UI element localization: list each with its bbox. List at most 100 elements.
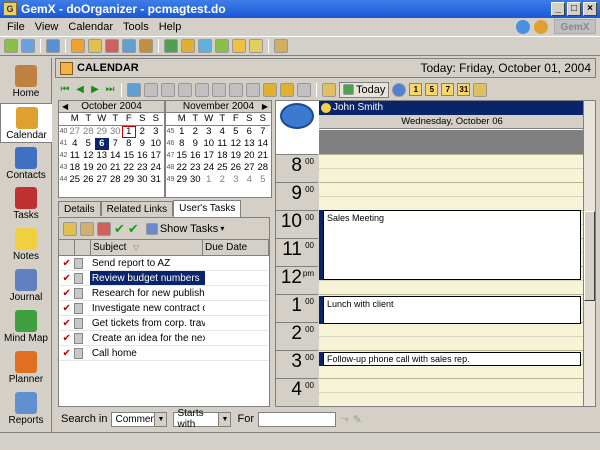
search-input[interactable]	[257, 411, 336, 427]
table-row[interactable]: ✔ Review budget numbers	[59, 271, 269, 286]
attach-icon[interactable]	[122, 39, 136, 53]
complete-all-icon[interactable]: ✔	[128, 221, 139, 237]
today-button[interactable]: Today	[339, 81, 390, 98]
new-task-icon[interactable]	[63, 221, 77, 236]
first-icon[interactable]: ⏮	[59, 84, 71, 96]
check-column-header[interactable]	[59, 240, 75, 255]
calendar-day[interactable]: 2	[216, 174, 230, 186]
export-icon[interactable]	[215, 39, 229, 53]
owner-icon[interactable]	[263, 82, 277, 97]
calendar-day[interactable]: 29	[175, 174, 189, 186]
calendar-day[interactable]: 26	[82, 174, 96, 186]
calendar-day[interactable]: 31	[149, 174, 163, 186]
icon-column-header[interactable]	[75, 240, 91, 255]
check-icon[interactable]: ✔	[59, 346, 74, 360]
calendar-day[interactable]: 23	[136, 162, 150, 174]
calendar-day[interactable]: 1	[175, 126, 189, 138]
due-date-column-header[interactable]: Due Date	[203, 240, 269, 255]
check-icon[interactable]: ✔	[59, 301, 74, 315]
nav-home[interactable]: Home	[0, 62, 52, 102]
calendar-day[interactable]: 12	[229, 138, 243, 150]
table-row[interactable]: ✔ Create an idea for the nex...	[59, 331, 269, 346]
table-row[interactable]: ✔ Send report to AZ	[59, 256, 269, 271]
calendar-day[interactable]: 17	[202, 150, 216, 162]
calendar-day[interactable]: 16	[136, 150, 150, 162]
calendar-day[interactable]: 4	[68, 138, 82, 150]
nav-planner[interactable]: Planner	[0, 348, 52, 388]
tab-details[interactable]: Details	[58, 201, 101, 216]
month-view-button[interactable]: 31	[457, 83, 471, 96]
calendar-day[interactable]: 7	[109, 138, 123, 150]
calendar-day[interactable]: 20	[95, 162, 109, 174]
calendar-day[interactable]: 2	[136, 126, 150, 138]
calendar-day[interactable]: 27	[68, 126, 82, 138]
calendar-day[interactable]: 12	[82, 150, 96, 162]
priority-icon[interactable]	[105, 39, 119, 53]
recurrence-icon[interactable]	[246, 82, 260, 97]
calendar-day[interactable]: 13	[95, 150, 109, 162]
menu-tools[interactable]: Tools	[122, 21, 150, 33]
chain-icon[interactable]	[229, 82, 243, 97]
tab-related-links[interactable]: Related Links	[100, 201, 174, 216]
appointment[interactable]: Follow-up phone call with sales rep.	[323, 352, 581, 366]
calendar-day[interactable]: 1	[202, 174, 216, 186]
check-icon[interactable]: ✔	[59, 271, 74, 285]
tab-users-tasks[interactable]: User's Tasks	[173, 200, 242, 217]
calendar-day[interactable]: 21	[256, 150, 270, 162]
check-icon[interactable]: ✔	[59, 256, 74, 270]
last-icon[interactable]: ⏭	[104, 84, 116, 96]
time-slots[interactable]: Sales Meeting Lunch with client Follow-u…	[319, 154, 585, 406]
calendar-day[interactable]: 14	[109, 150, 123, 162]
new-appointment-icon[interactable]	[127, 82, 141, 97]
calendar-day[interactable]: 26	[229, 162, 243, 174]
calendar-day[interactable]: 18	[68, 162, 82, 174]
day-view-button[interactable]: 1	[409, 83, 423, 96]
calendar-day[interactable]: 15	[175, 150, 189, 162]
calendar-day[interactable]: 3	[229, 174, 243, 186]
save-icon[interactable]	[46, 39, 60, 53]
calendar-day[interactable]: 16	[189, 150, 203, 162]
filter-icon[interactable]	[139, 39, 153, 53]
menu-calendar[interactable]: Calendar	[67, 21, 114, 33]
day-view-scrollbar[interactable]	[583, 101, 595, 406]
table-row[interactable]: ✔ Get tickets from corp. trav...	[59, 316, 269, 331]
week-view-button[interactable]: 7	[441, 83, 455, 96]
link-icon[interactable]	[195, 82, 209, 97]
calendar-day[interactable]: 24	[149, 162, 163, 174]
prev-month-icon[interactable]: ◀	[62, 101, 68, 113]
check-icon[interactable]: ✔	[59, 316, 74, 330]
calendar-day[interactable]: 10	[149, 138, 163, 150]
calendar-day[interactable]: 6	[243, 126, 257, 138]
prev-icon[interactable]: ◀	[74, 84, 86, 96]
edit-appointment-icon[interactable]	[144, 82, 158, 97]
calendar-day[interactable]: 5	[229, 126, 243, 138]
calendar-day[interactable]: 15	[122, 150, 136, 162]
calendar-day[interactable]: 4	[216, 126, 230, 138]
menu-help[interactable]: Help	[158, 21, 183, 33]
edit-task-icon[interactable]	[80, 221, 94, 236]
table-row[interactable]: ✔ Call home	[59, 346, 269, 361]
calendar-day[interactable]: 22	[175, 162, 189, 174]
unlink-icon[interactable]	[212, 82, 226, 97]
calendar-day[interactable]: 30	[189, 174, 203, 186]
calendar-day[interactable]: 8	[122, 138, 136, 150]
appointment[interactable]: Lunch with client	[323, 296, 581, 324]
modules-icon[interactable]	[4, 39, 18, 53]
calendar-day[interactable]: 29	[95, 126, 109, 138]
time-slot[interactable]	[319, 378, 585, 392]
time-slot[interactable]	[319, 364, 585, 378]
subject-column-header[interactable]: Subject ▽	[91, 240, 203, 255]
print-icon[interactable]	[274, 39, 288, 53]
users-icon[interactable]	[297, 82, 311, 97]
import-icon[interactable]	[198, 39, 212, 53]
calendar-day[interactable]: 20	[243, 150, 257, 162]
delete-task-icon[interactable]	[97, 221, 111, 236]
complete-icon[interactable]: ✔	[114, 221, 125, 237]
next-icon[interactable]: ▶	[89, 84, 101, 96]
all-day-area[interactable]	[319, 130, 585, 154]
archive-icon[interactable]	[249, 39, 263, 53]
reminder-icon[interactable]	[88, 39, 102, 53]
calendar-day[interactable]: 19	[229, 150, 243, 162]
nav-contacts[interactable]: Contacts	[0, 144, 52, 184]
calendar-day[interactable]: 21	[109, 162, 123, 174]
